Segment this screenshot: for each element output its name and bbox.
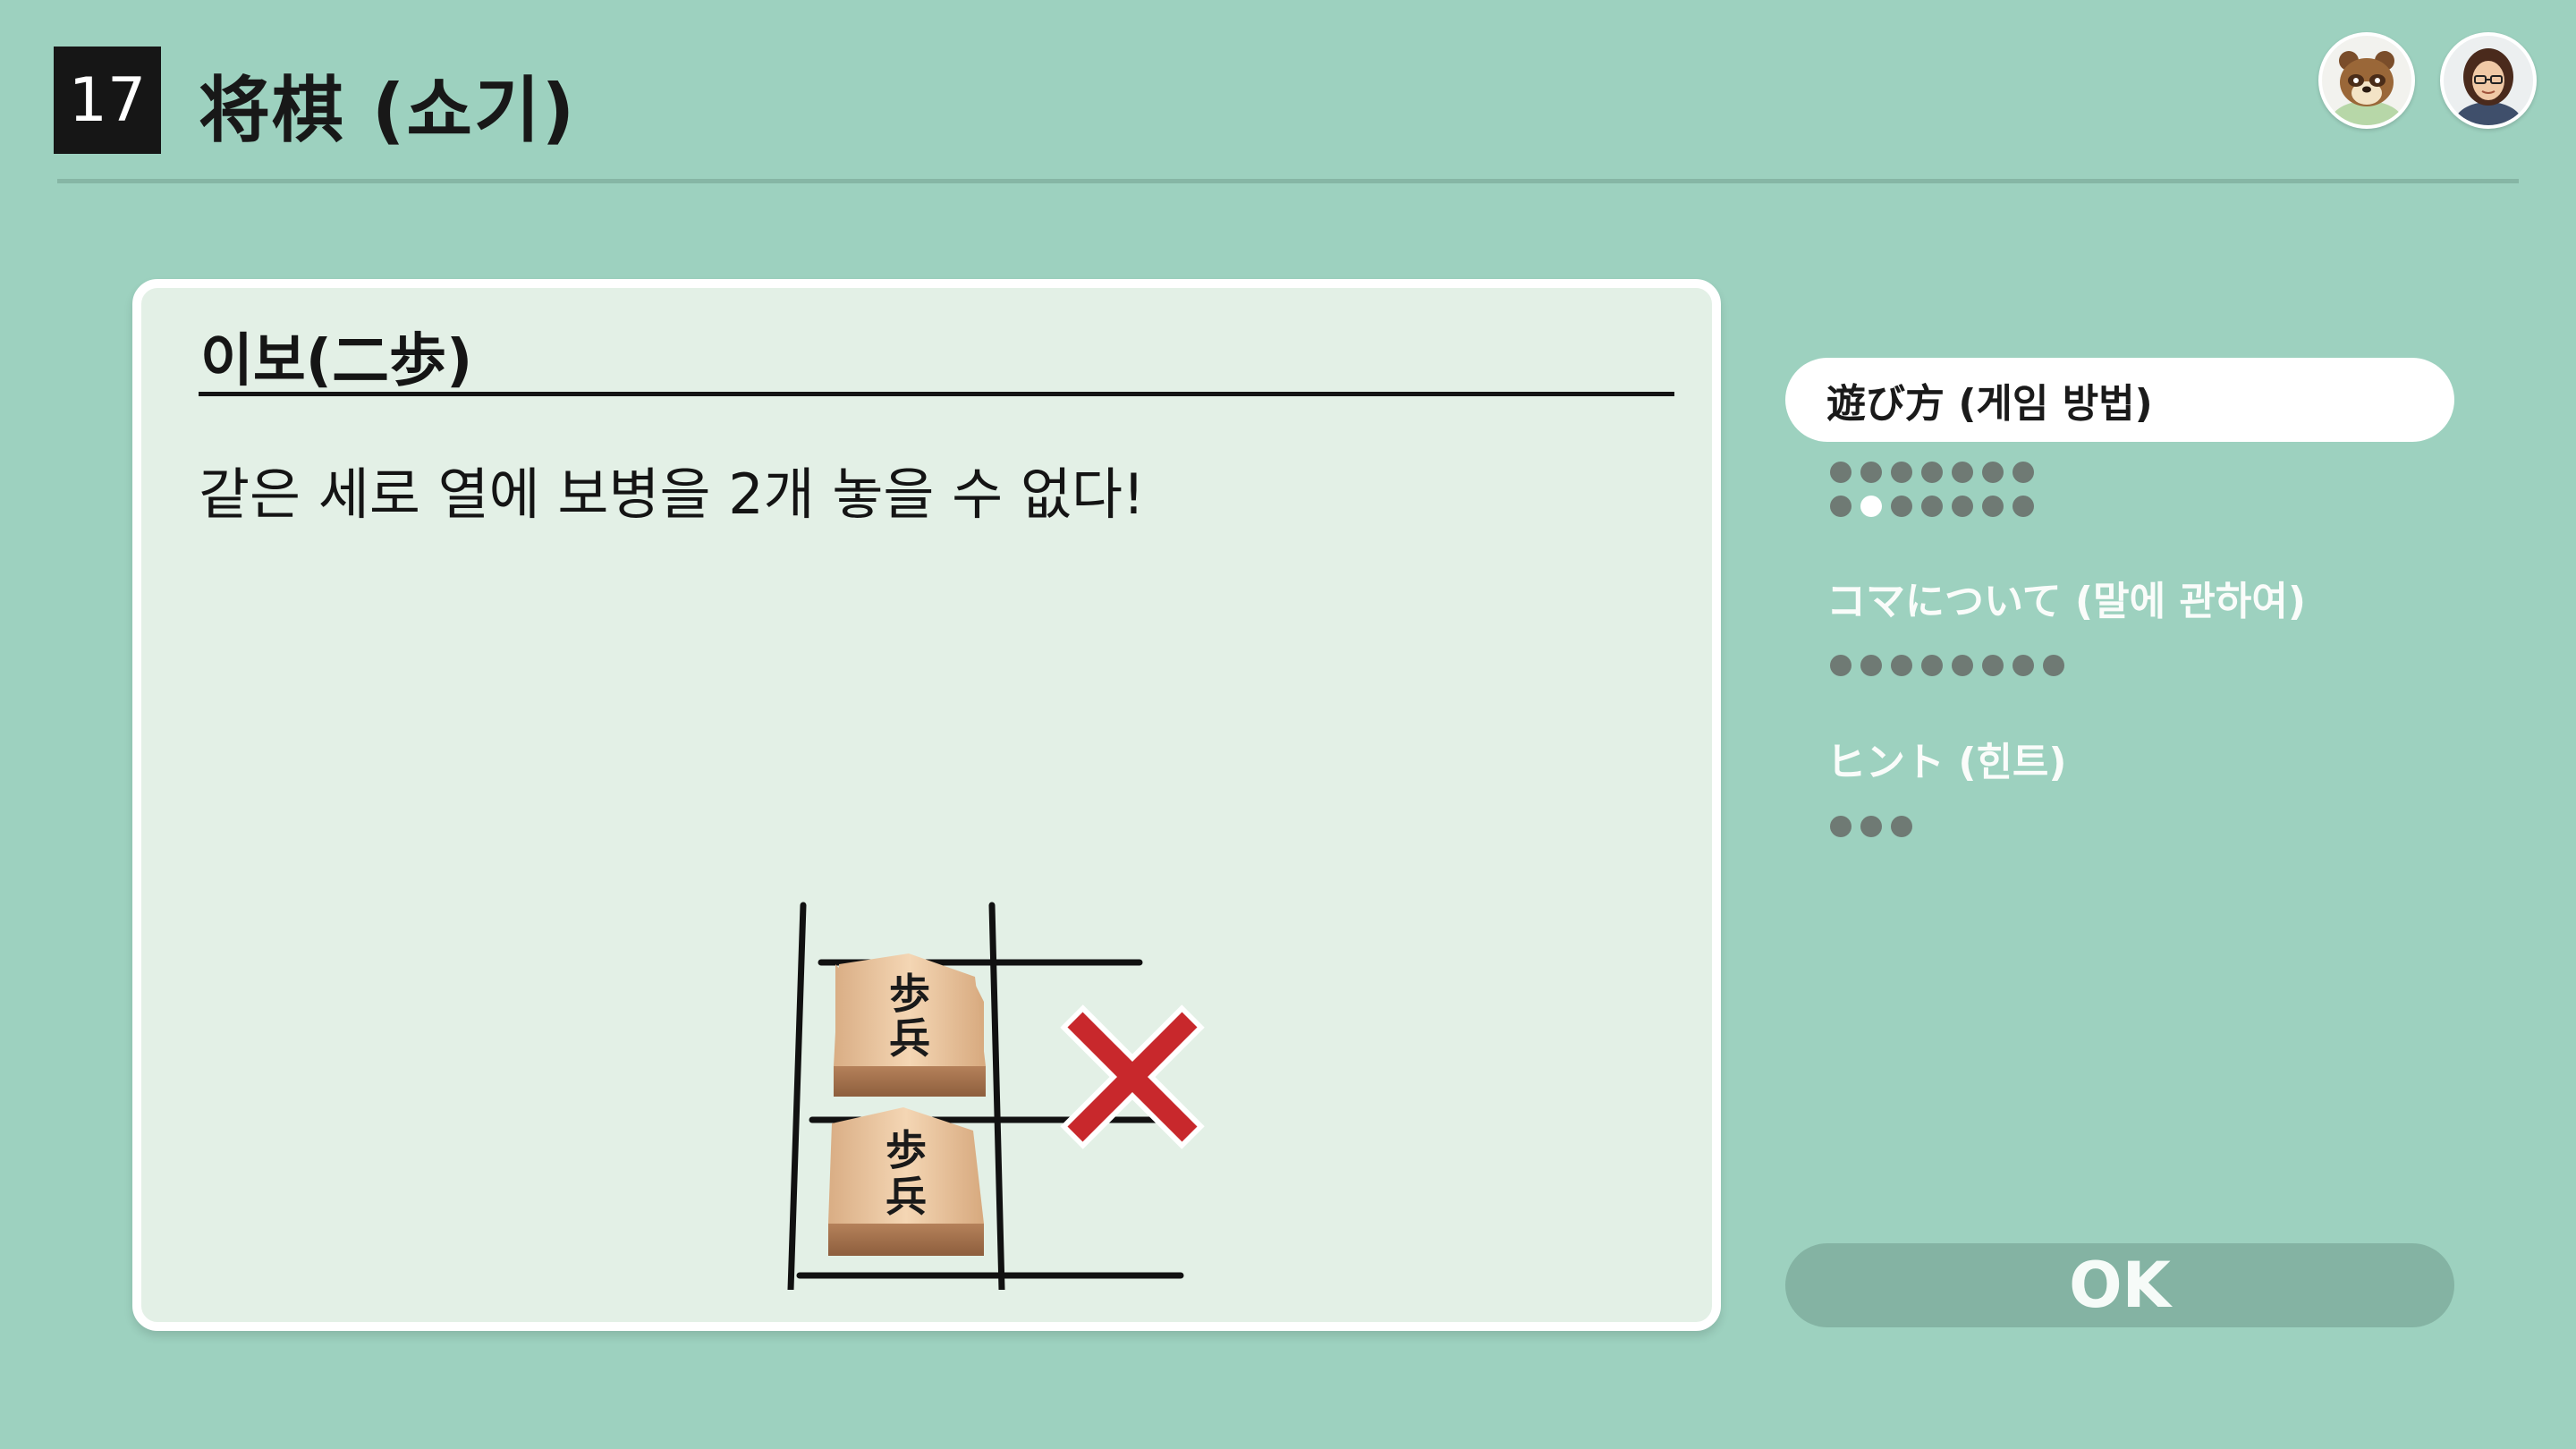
game-number-badge: 17: [54, 47, 161, 154]
page-dot: [2043, 655, 2064, 676]
rule-heading: 이보(二歩): [200, 328, 473, 394]
page-indicator-how-to-play-row1: [1830, 462, 2034, 483]
fuhyo-piece-bottom: 歩 兵: [828, 1107, 984, 1256]
nifu-diagram: 歩 兵 歩 兵: [787, 902, 1205, 1290]
page-dot: [1952, 496, 1973, 517]
menu-item-how-to-play[interactable]: 遊び方 (게임 방법): [1785, 358, 2454, 442]
page-dot: [1891, 816, 1912, 837]
page-dot-current: [1860, 496, 1882, 517]
svg-text:歩: 歩: [886, 1126, 927, 1174]
page-dot: [1921, 462, 1943, 483]
page-dot: [1921, 655, 1943, 676]
page-dot: [1830, 655, 1852, 676]
page-dot: [1982, 655, 2004, 676]
page-dot: [1952, 462, 1973, 483]
page-dot: [1830, 816, 1852, 837]
page-dot: [2012, 655, 2034, 676]
page-indicator-hints: [1830, 816, 1912, 837]
tanuki-avatar-icon[interactable]: [2318, 32, 2415, 129]
fuhyo-piece-top: 歩 兵: [834, 953, 986, 1097]
rule-panel: 이보(二歩) 같은 세로 열에 보병을 2개 놓을 수 없다! 歩 兵 歩 兵: [132, 279, 1721, 1331]
page-dot: [1860, 816, 1882, 837]
page-dot: [1860, 462, 1882, 483]
page-dot: [1830, 496, 1852, 517]
svg-text:兵: 兵: [886, 1173, 927, 1221]
page-dot: [1891, 655, 1912, 676]
page-dot: [1860, 655, 1882, 676]
menu-item-about-pieces[interactable]: コマについて (말에 관하여): [1826, 569, 2306, 626]
page-indicator-about-pieces: [1830, 655, 2064, 676]
page-dot: [1891, 462, 1912, 483]
svg-text:歩: 歩: [889, 970, 930, 1018]
page-dot: [1921, 496, 1943, 517]
user-avatar-icon[interactable]: [2440, 32, 2537, 129]
header-divider: [57, 179, 2519, 183]
game-title: 将棋 (쇼기): [199, 69, 577, 152]
page-dot: [1830, 462, 1852, 483]
menu-item-hints[interactable]: ヒント (힌트): [1826, 730, 2067, 787]
page-dot: [2012, 496, 2034, 517]
menu-item-label: 遊び方 (게임 방법): [1826, 381, 2153, 427]
page-dot: [1982, 462, 2004, 483]
svg-text:兵: 兵: [889, 1014, 930, 1063]
page-indicator-how-to-play-row2: [1830, 496, 2034, 517]
heading-divider: [199, 392, 1674, 396]
page-dot: [2012, 462, 2034, 483]
page-dot: [1952, 655, 1973, 676]
page-dot: [1982, 496, 2004, 517]
ok-button[interactable]: OK: [1785, 1243, 2454, 1327]
page-dot: [1891, 496, 1912, 517]
rule-description: 같은 세로 열에 보병을 2개 놓을 수 없다!: [199, 462, 1145, 527]
